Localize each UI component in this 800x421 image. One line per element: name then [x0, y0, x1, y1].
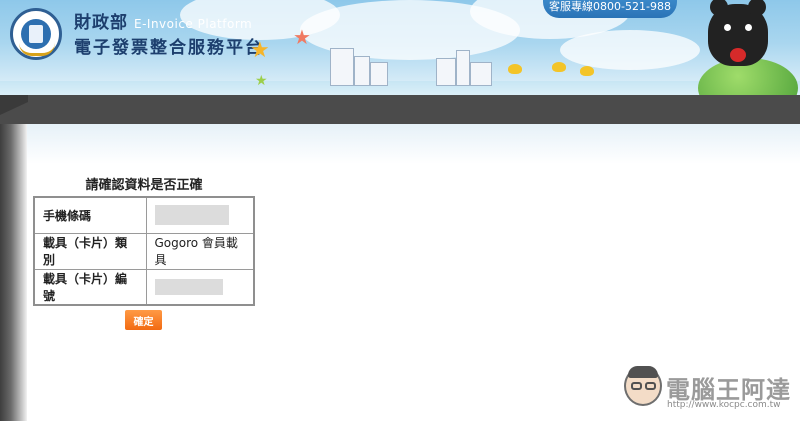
hotline-badge: 客服專線0800-521-988	[543, 0, 677, 18]
ministry-seal-logo[interactable]	[10, 8, 62, 60]
building-decoration	[370, 62, 388, 86]
star-icon: ★	[250, 38, 270, 63]
watermark-url: http://www.kocpc.com.tw	[667, 400, 781, 410]
content-top-shade	[27, 124, 800, 164]
header-banner: 財政部 E-Invoice Platform 電子發票整合服務平台 客服專線080…	[0, 0, 800, 95]
bird-icon	[580, 66, 594, 76]
building-decoration	[330, 48, 354, 86]
confirm-button[interactable]: 確定	[125, 310, 162, 330]
bird-icon	[552, 62, 566, 72]
left-frame-edge	[0, 124, 27, 421]
masked-value	[154, 205, 229, 226]
star-icon: ★	[293, 25, 311, 49]
building-decoration	[470, 62, 492, 86]
carrier-number-label: 載具（卡片）編號	[33, 268, 147, 306]
ground-strip	[0, 81, 800, 95]
bird-icon	[508, 64, 522, 74]
table-row: 載具（卡片）編號	[33, 268, 255, 306]
mobile-barcode-value	[145, 196, 255, 234]
platform-english-name: E-Invoice Platform	[134, 17, 253, 31]
building-decoration	[436, 58, 456, 86]
watermark-face-icon	[624, 366, 662, 406]
building-decoration	[354, 56, 370, 86]
carrier-type-label: 載具（卡片）類別	[33, 232, 147, 270]
table-row: 手機條碼	[33, 196, 255, 234]
ministry-name-text: 財政部	[74, 13, 128, 33]
confirm-table: 手機條碼 載具（卡片）類別 Gogoro 會員載具 載具（卡片）編號	[33, 196, 255, 306]
carrier-number-value	[145, 268, 255, 306]
navigation-band	[0, 95, 800, 124]
carrier-type-value: Gogoro 會員載具	[145, 232, 255, 270]
cloud-decoration	[560, 30, 700, 70]
masked-value	[154, 278, 223, 295]
confirm-title: 請確認資料是否正確	[85, 178, 203, 193]
building-decoration	[456, 50, 470, 86]
ministry-name: 財政部 E-Invoice Platform	[74, 8, 252, 33]
bear-mascot-icon	[708, 0, 768, 66]
platform-name: 電子發票整合服務平台	[74, 38, 264, 58]
star-icon: ★	[255, 73, 268, 89]
mobile-barcode-label: 手機條碼	[33, 196, 147, 234]
table-row: 載具（卡片）類別 Gogoro 會員載具	[33, 232, 255, 270]
